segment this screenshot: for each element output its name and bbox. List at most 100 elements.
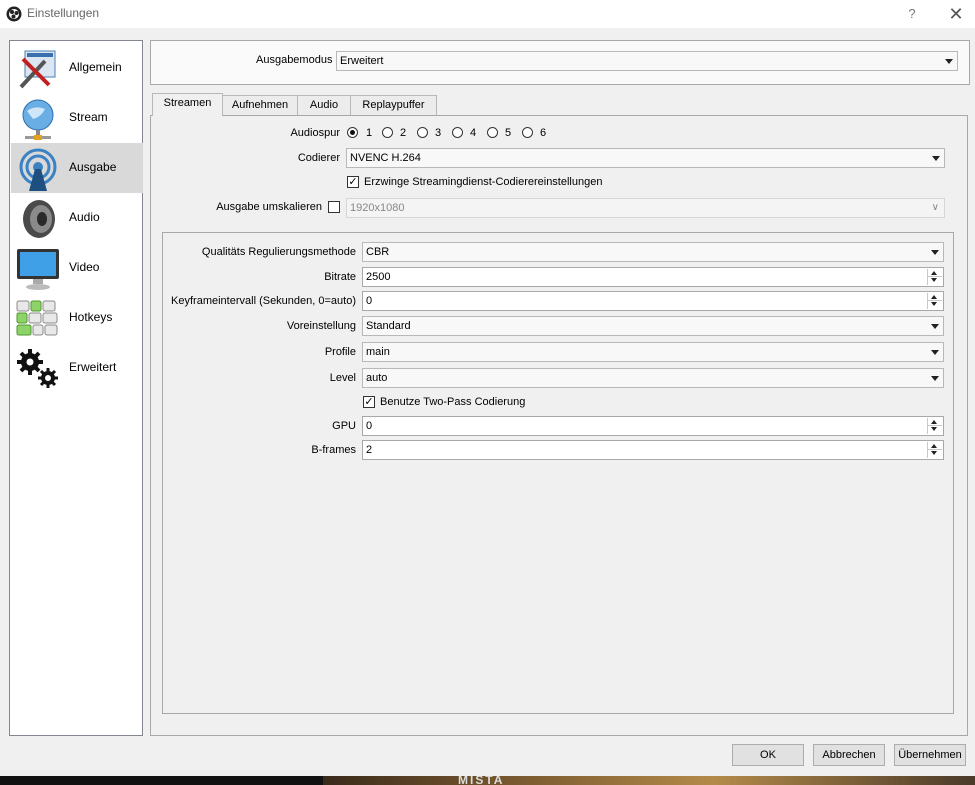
tab-audio[interactable]: Audio (297, 95, 351, 115)
window-title: Einstellungen (27, 6, 100, 20)
sidebar-item-label: Hotkeys (69, 310, 113, 324)
sidebar-item-label: Ausgabe (69, 160, 117, 174)
audio-track-radio-2[interactable] (382, 127, 393, 138)
sidebar-item-label: Allgemein (69, 60, 122, 74)
audio-track-option-label: 6 (540, 127, 547, 139)
spin-buttons[interactable] (927, 269, 942, 285)
audio-track-option-label: 4 (470, 127, 477, 139)
chevron-down-icon (945, 59, 953, 64)
background-desktop: MISTA (0, 776, 975, 785)
keyframe-label: Keyframeintervall (Sekunden, 0=auto) (171, 295, 356, 307)
encoder-value: NVENC H.264 (350, 152, 421, 164)
spin-buttons[interactable] (927, 418, 942, 434)
rescale-checkbox[interactable] (328, 201, 340, 213)
chevron-down-icon (931, 376, 939, 381)
sidebar-item-ausgabe[interactable]: Ausgabe (11, 143, 143, 193)
bframes-label: B-frames (311, 444, 356, 456)
bitrate-label: Bitrate (324, 271, 356, 283)
spin-down-icon[interactable] (931, 427, 937, 431)
tab-aufnehmen[interactable]: Aufnehmen (222, 95, 298, 115)
profile-label: Profile (324, 346, 356, 358)
rate-control-dropdown[interactable]: CBR (362, 242, 944, 262)
spin-up-icon[interactable] (931, 271, 937, 275)
rescale-resolution-value: 1920x1080 (350, 202, 405, 214)
level-dropdown[interactable]: auto (362, 368, 944, 388)
audio-track-option-label: 1 (366, 127, 373, 139)
audio-track-radio-3[interactable] (417, 127, 428, 138)
tab-replaypuffer[interactable]: Replaypuffer (350, 95, 437, 115)
rescale-label: Ausgabe umskalieren (216, 201, 322, 213)
spin-down-icon[interactable] (931, 451, 937, 455)
output-mode-bar: Ausgabemodus Erweitert (150, 40, 970, 85)
audio-track-option-label: 3 (435, 127, 442, 139)
sidebar-item-label: Audio (69, 210, 100, 224)
audio-track-radio-1[interactable] (347, 127, 358, 138)
spin-buttons[interactable] (927, 442, 942, 458)
audio-track-radio-6[interactable] (522, 127, 533, 138)
sidebar-item-erweitert[interactable]: Erweitert (11, 343, 143, 393)
output-mode-value: Erweitert (340, 55, 384, 67)
preset-label: Voreinstellung (286, 320, 356, 332)
preset-dropdown[interactable]: Standard (362, 316, 944, 336)
two-pass-checkbox[interactable]: ✓ (363, 396, 375, 408)
gpu-value: 0 (366, 420, 373, 432)
globe-network-icon (22, 99, 54, 140)
audio-track-radio-5[interactable] (487, 127, 498, 138)
background-text: MISTA (458, 776, 505, 785)
spin-up-icon[interactable] (931, 444, 937, 448)
gpu-label: GPU (332, 420, 356, 432)
ok-button[interactable]: OK (732, 744, 804, 766)
help-button[interactable]: ? (902, 4, 922, 24)
audio-track-option-label: 5 (505, 127, 512, 139)
keyframe-value: 0 (366, 295, 373, 307)
broadcast-signal-icon (19, 148, 57, 191)
sidebar-item-hotkeys[interactable]: Hotkeys (11, 293, 143, 343)
close-button[interactable]: ✕ (944, 3, 968, 25)
bframes-spinbox[interactable]: 2 (362, 440, 944, 460)
audio-track-radio-4[interactable] (452, 127, 463, 138)
sidebar-item-audio[interactable]: Audio (11, 193, 143, 243)
title-bar: Einstellungen ? ✕ (0, 0, 975, 28)
chevron-down-icon (931, 324, 939, 329)
chevron-down-icon (931, 350, 939, 355)
enforce-service-checkbox[interactable]: ✓ (347, 176, 359, 188)
chevron-down-icon: ∨ (931, 202, 939, 213)
rate-control-label: Qualitäts Regulierungsmethode (201, 246, 356, 258)
sidebar-item-video[interactable]: Video (11, 243, 143, 293)
profile-value: main (366, 346, 390, 358)
level-value: auto (366, 372, 388, 384)
profile-dropdown[interactable]: main (362, 342, 944, 362)
rate-control-value: CBR (366, 246, 390, 258)
output-mode-label: Ausgabemodus (256, 54, 333, 66)
bitrate-spinbox[interactable]: 2500 (362, 267, 944, 287)
spin-up-icon[interactable] (931, 420, 937, 424)
monitor-icon (17, 249, 59, 290)
keyframe-spinbox[interactable]: 0 (362, 291, 944, 311)
spin-down-icon[interactable] (931, 302, 937, 306)
wrench-screwdriver-icon (19, 50, 56, 89)
sidebar-item-stream[interactable]: Stream (11, 93, 143, 143)
enforce-service-label: Erzwinge Streamingdienst-Codierereinstel… (364, 176, 603, 188)
level-label: Level (329, 372, 356, 384)
audio-track-option-label: 2 (400, 127, 407, 139)
sidebar-item-label: Stream (69, 110, 108, 124)
encoder-dropdown[interactable]: NVENC H.264 (346, 148, 945, 168)
preset-value: Standard (366, 320, 411, 332)
bframes-value: 2 (366, 444, 373, 456)
chevron-down-icon (932, 156, 940, 161)
output-mode-dropdown[interactable]: Erweitert (336, 51, 958, 71)
spin-up-icon[interactable] (931, 295, 937, 299)
sidebar-item-label: Video (69, 260, 100, 274)
apply-button[interactable]: Übernehmen (894, 744, 966, 766)
cancel-button[interactable]: Abbrechen (813, 744, 885, 766)
sidebar-item-allgemein[interactable]: Allgemein (11, 43, 143, 93)
tab-streamen[interactable]: Streamen (152, 93, 223, 116)
spin-down-icon[interactable] (931, 278, 937, 282)
gpu-spinbox[interactable]: 0 (362, 416, 944, 436)
two-pass-label: Benutze Two-Pass Codierung (380, 396, 526, 408)
spin-buttons[interactable] (927, 293, 942, 309)
speaker-icon (23, 200, 55, 238)
keyboard-icon (16, 300, 58, 336)
settings-sidebar: Allgemein Stream Ausgabe Audio Video Hot… (9, 40, 143, 736)
rescale-resolution-dropdown[interactable]: 1920x1080 ∨ (346, 198, 945, 218)
